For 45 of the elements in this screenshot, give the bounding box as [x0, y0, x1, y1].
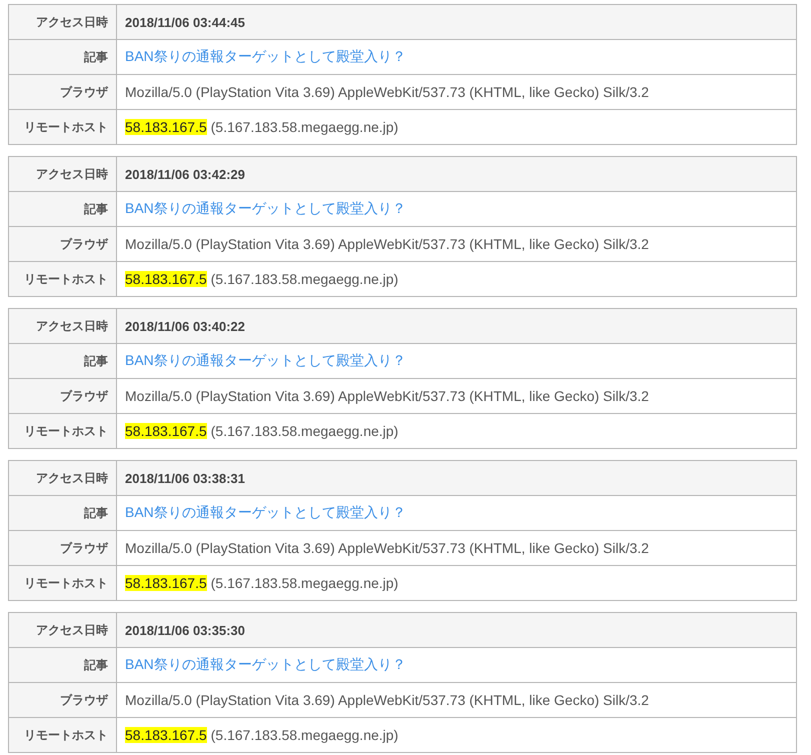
user-agent: Mozilla/5.0 (PlayStation Vita 3.69) AppleWebKit/537.73 (KHTML, like Gecko) Silk/3.2 [125, 388, 649, 404]
row-label: アクセス日時 [9, 157, 117, 191]
hostname: (5.167.183.58.megaegg.ne.jp) [210, 727, 398, 743]
row-label: ブラウザ [9, 682, 117, 717]
row-label: 記事 [9, 191, 117, 226]
row-label: ブラウザ [9, 378, 117, 413]
access-time: 2018/11/06 03:44:45 [125, 14, 245, 30]
access-time: 2018/11/06 03:42:29 [125, 166, 245, 182]
row-label: リモートホスト [9, 109, 117, 144]
ip-address: 58.183.167.5 [125, 423, 207, 439]
access-time: 2018/11/06 03:38:31 [125, 470, 245, 486]
access-time: 2018/11/06 03:35:30 [125, 622, 245, 638]
row-label: 記事 [9, 39, 117, 74]
ip-address: 58.183.167.5 [125, 119, 207, 135]
ip-address: 58.183.167.5 [125, 727, 207, 743]
row-label: アクセス日時 [9, 5, 117, 39]
hostname: (5.167.183.58.megaegg.ne.jp) [210, 119, 398, 135]
row-label: アクセス日時 [9, 461, 117, 495]
user-agent: Mozilla/5.0 (PlayStation Vita 3.69) AppleWebKit/537.73 (KHTML, like Gecko) Silk/3.2 [125, 540, 649, 556]
hostname: (5.167.183.58.megaegg.ne.jp) [210, 575, 398, 591]
row-label: リモートホスト [9, 717, 117, 752]
user-agent: Mozilla/5.0 (PlayStation Vita 3.69) AppleWebKit/537.73 (KHTML, like Gecko) Silk/3.2 [125, 84, 649, 100]
row-label: リモートホスト [9, 413, 117, 448]
row-label: アクセス日時 [9, 613, 117, 647]
article-link[interactable]: BAN祭りの通報ターゲットとして殿堂入り？ [125, 504, 406, 522]
article-link[interactable]: BAN祭りの通報ターゲットとして殿堂入り？ [125, 200, 406, 218]
row-label: 記事 [9, 495, 117, 530]
row-label: リモートホスト [9, 565, 117, 600]
row-label: 記事 [9, 647, 117, 682]
row-label: アクセス日時 [9, 309, 117, 343]
row-label: 記事 [9, 343, 117, 378]
row-label: ブラウザ [9, 226, 117, 261]
ip-address: 58.183.167.5 [125, 575, 207, 591]
ip-address: 58.183.167.5 [125, 271, 207, 287]
row-label: リモートホスト [9, 261, 117, 296]
user-agent: Mozilla/5.0 (PlayStation Vita 3.69) AppleWebKit/537.73 (KHTML, like Gecko) Silk/3.2 [125, 692, 649, 708]
hostname: (5.167.183.58.megaegg.ne.jp) [210, 271, 398, 287]
article-link[interactable]: BAN祭りの通報ターゲットとして殿堂入り？ [125, 656, 406, 674]
row-label: ブラウザ [9, 530, 117, 565]
article-link[interactable]: BAN祭りの通報ターゲットとして殿堂入り？ [125, 48, 406, 66]
user-agent: Mozilla/5.0 (PlayStation Vita 3.69) AppleWebKit/537.73 (KHTML, like Gecko) Silk/3.2 [125, 236, 649, 252]
article-link[interactable]: BAN祭りの通報ターゲットとして殿堂入り？ [125, 352, 406, 370]
row-label: ブラウザ [9, 74, 117, 109]
access-time: 2018/11/06 03:40:22 [125, 318, 245, 334]
hostname: (5.167.183.58.megaegg.ne.jp) [210, 423, 398, 439]
